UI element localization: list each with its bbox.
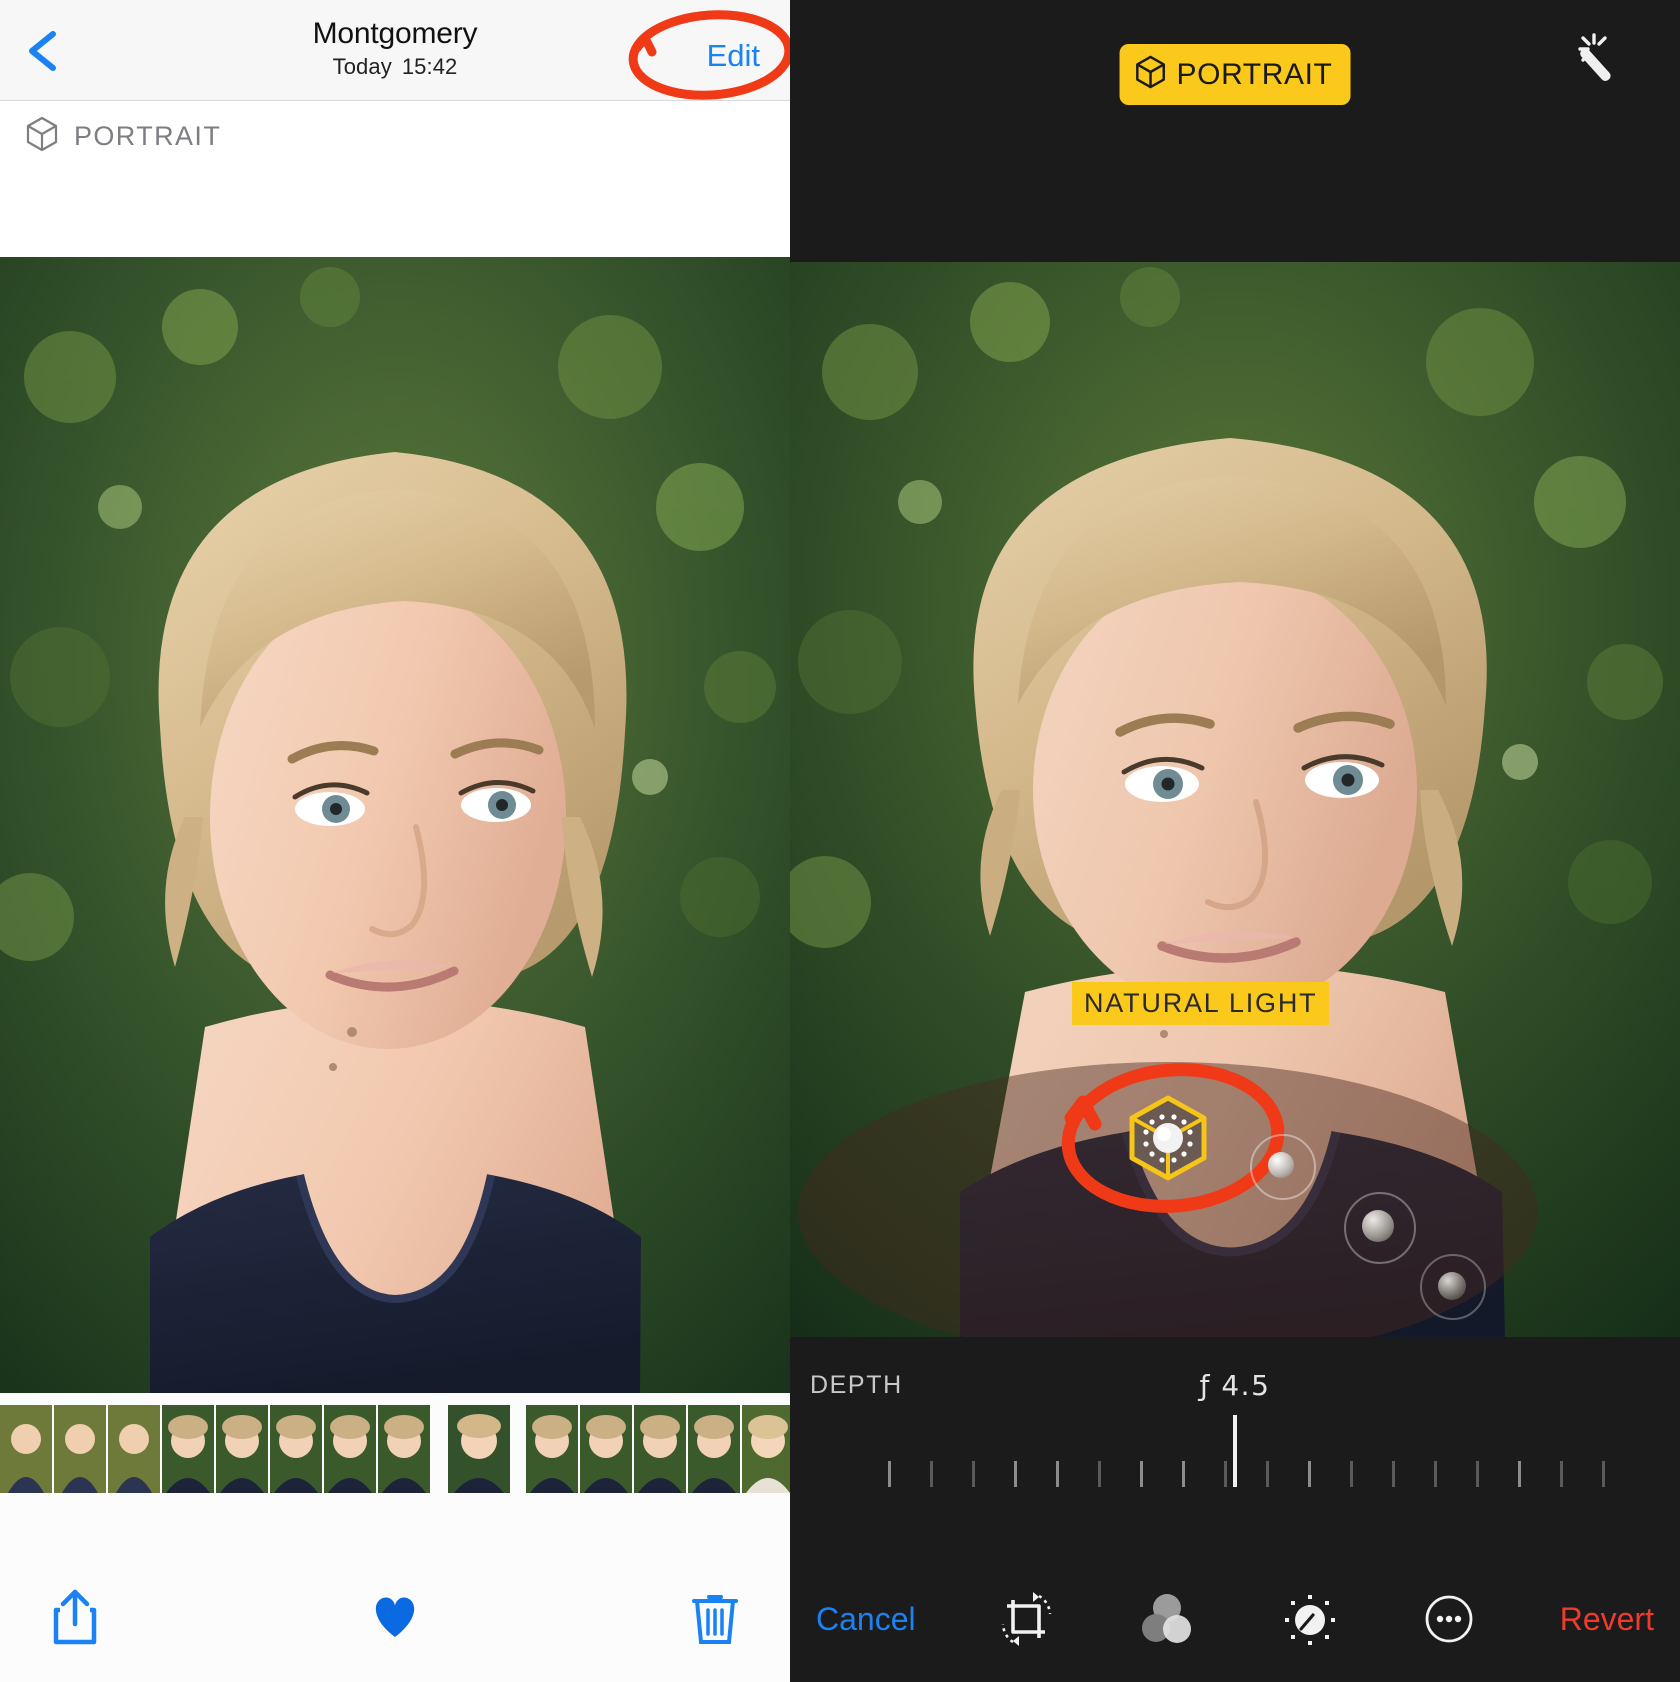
magic-wand-icon (1578, 33, 1611, 81)
cancel-button[interactable]: Cancel (816, 1601, 916, 1638)
photo-timestamp: Today 15:42 (0, 52, 790, 82)
list-item[interactable] (324, 1405, 376, 1493)
adjust-button[interactable] (1277, 1588, 1339, 1650)
crop-rotate-icon (1001, 1592, 1052, 1646)
photo-action-toolbar (0, 1577, 790, 1657)
share-icon (53, 1589, 97, 1645)
list-item[interactable] (688, 1405, 740, 1493)
portrait-badge-label: PORTRAIT (74, 121, 222, 151)
cube-icon (24, 115, 60, 158)
list-item[interactable] (54, 1405, 106, 1493)
more-ellipsis-icon (1426, 1595, 1473, 1643)
photos-viewer-panel: Montgomery Today 15:42 Edit PORTRAIT (0, 0, 790, 1682)
favorite-button[interactable] (364, 1586, 426, 1648)
auto-enhance-button[interactable] (1572, 30, 1628, 86)
more-options-button[interactable] (1418, 1588, 1480, 1650)
depth-slider[interactable] (790, 1415, 1680, 1487)
portrait-mode-toggle[interactable]: PORTRAIT (1119, 44, 1351, 105)
delete-button[interactable] (684, 1586, 746, 1648)
filters-button[interactable] (1136, 1588, 1198, 1650)
list-item-selected[interactable] (448, 1405, 510, 1493)
thumbnail-strip[interactable] (0, 1405, 790, 1493)
editor-photo-canvas[interactable]: NATURAL LIGHT (790, 262, 1680, 1337)
list-item[interactable] (580, 1405, 632, 1493)
photo-time: 15:42 (401, 54, 458, 79)
list-item[interactable] (216, 1405, 268, 1493)
heart-icon (375, 1597, 415, 1637)
page-title: Montgomery (312, 17, 478, 50)
trash-icon (692, 1595, 738, 1644)
editor-header: PORTRAIT (790, 0, 1680, 262)
share-button[interactable] (44, 1586, 106, 1648)
revert-button[interactable]: Revert (1560, 1601, 1654, 1638)
list-item[interactable] (378, 1405, 430, 1493)
list-item[interactable] (162, 1405, 214, 1493)
depth-control-row: DEPTH ƒ 4.5 (790, 1365, 1680, 1405)
adjust-dial-icon (1285, 1595, 1336, 1645)
screenshot-root: Montgomery Today 15:42 Edit PORTRAIT POR… (0, 0, 1680, 1682)
photo-editor-panel: PORTRAIT NATURAL LIGHT DEPTH ƒ 4.5 Cance… (790, 0, 1680, 1682)
editor-action-toolbar: Cancel Revert (790, 1578, 1680, 1660)
navigation-bar: Montgomery Today 15:42 Edit (0, 0, 790, 101)
list-item[interactable] (0, 1405, 52, 1493)
depth-label: DEPTH (810, 1371, 903, 1399)
list-item[interactable] (742, 1405, 790, 1493)
list-item[interactable] (526, 1405, 578, 1493)
list-item[interactable] (634, 1405, 686, 1493)
list-item[interactable] (108, 1405, 160, 1493)
photo-viewer[interactable] (0, 257, 790, 1393)
media-type-strip: PORTRAIT (0, 101, 790, 257)
portrait-badge: PORTRAIT (24, 115, 221, 158)
filters-circles-icon (1142, 1594, 1192, 1643)
list-item[interactable] (270, 1405, 322, 1493)
edit-button[interactable]: Edit (707, 38, 760, 74)
portrait-photo-editing (790, 262, 1680, 1337)
crop-rotate-button[interactable] (995, 1588, 1057, 1650)
photo-date: Today (332, 54, 392, 79)
portrait-photo (0, 257, 790, 1393)
cube-icon (1134, 54, 1168, 95)
editor-controls: DEPTH ƒ 4.5 Cancel Revert (790, 1337, 1680, 1682)
nav-title-block: Montgomery Today 15:42 (0, 16, 790, 82)
aperture-value: ƒ 4.5 (1199, 1369, 1271, 1402)
thumbnail-and-toolbar-area (0, 1393, 790, 1682)
portrait-pill-label: PORTRAIT (1176, 57, 1333, 91)
depth-slider-playhead[interactable] (1233, 1415, 1237, 1487)
